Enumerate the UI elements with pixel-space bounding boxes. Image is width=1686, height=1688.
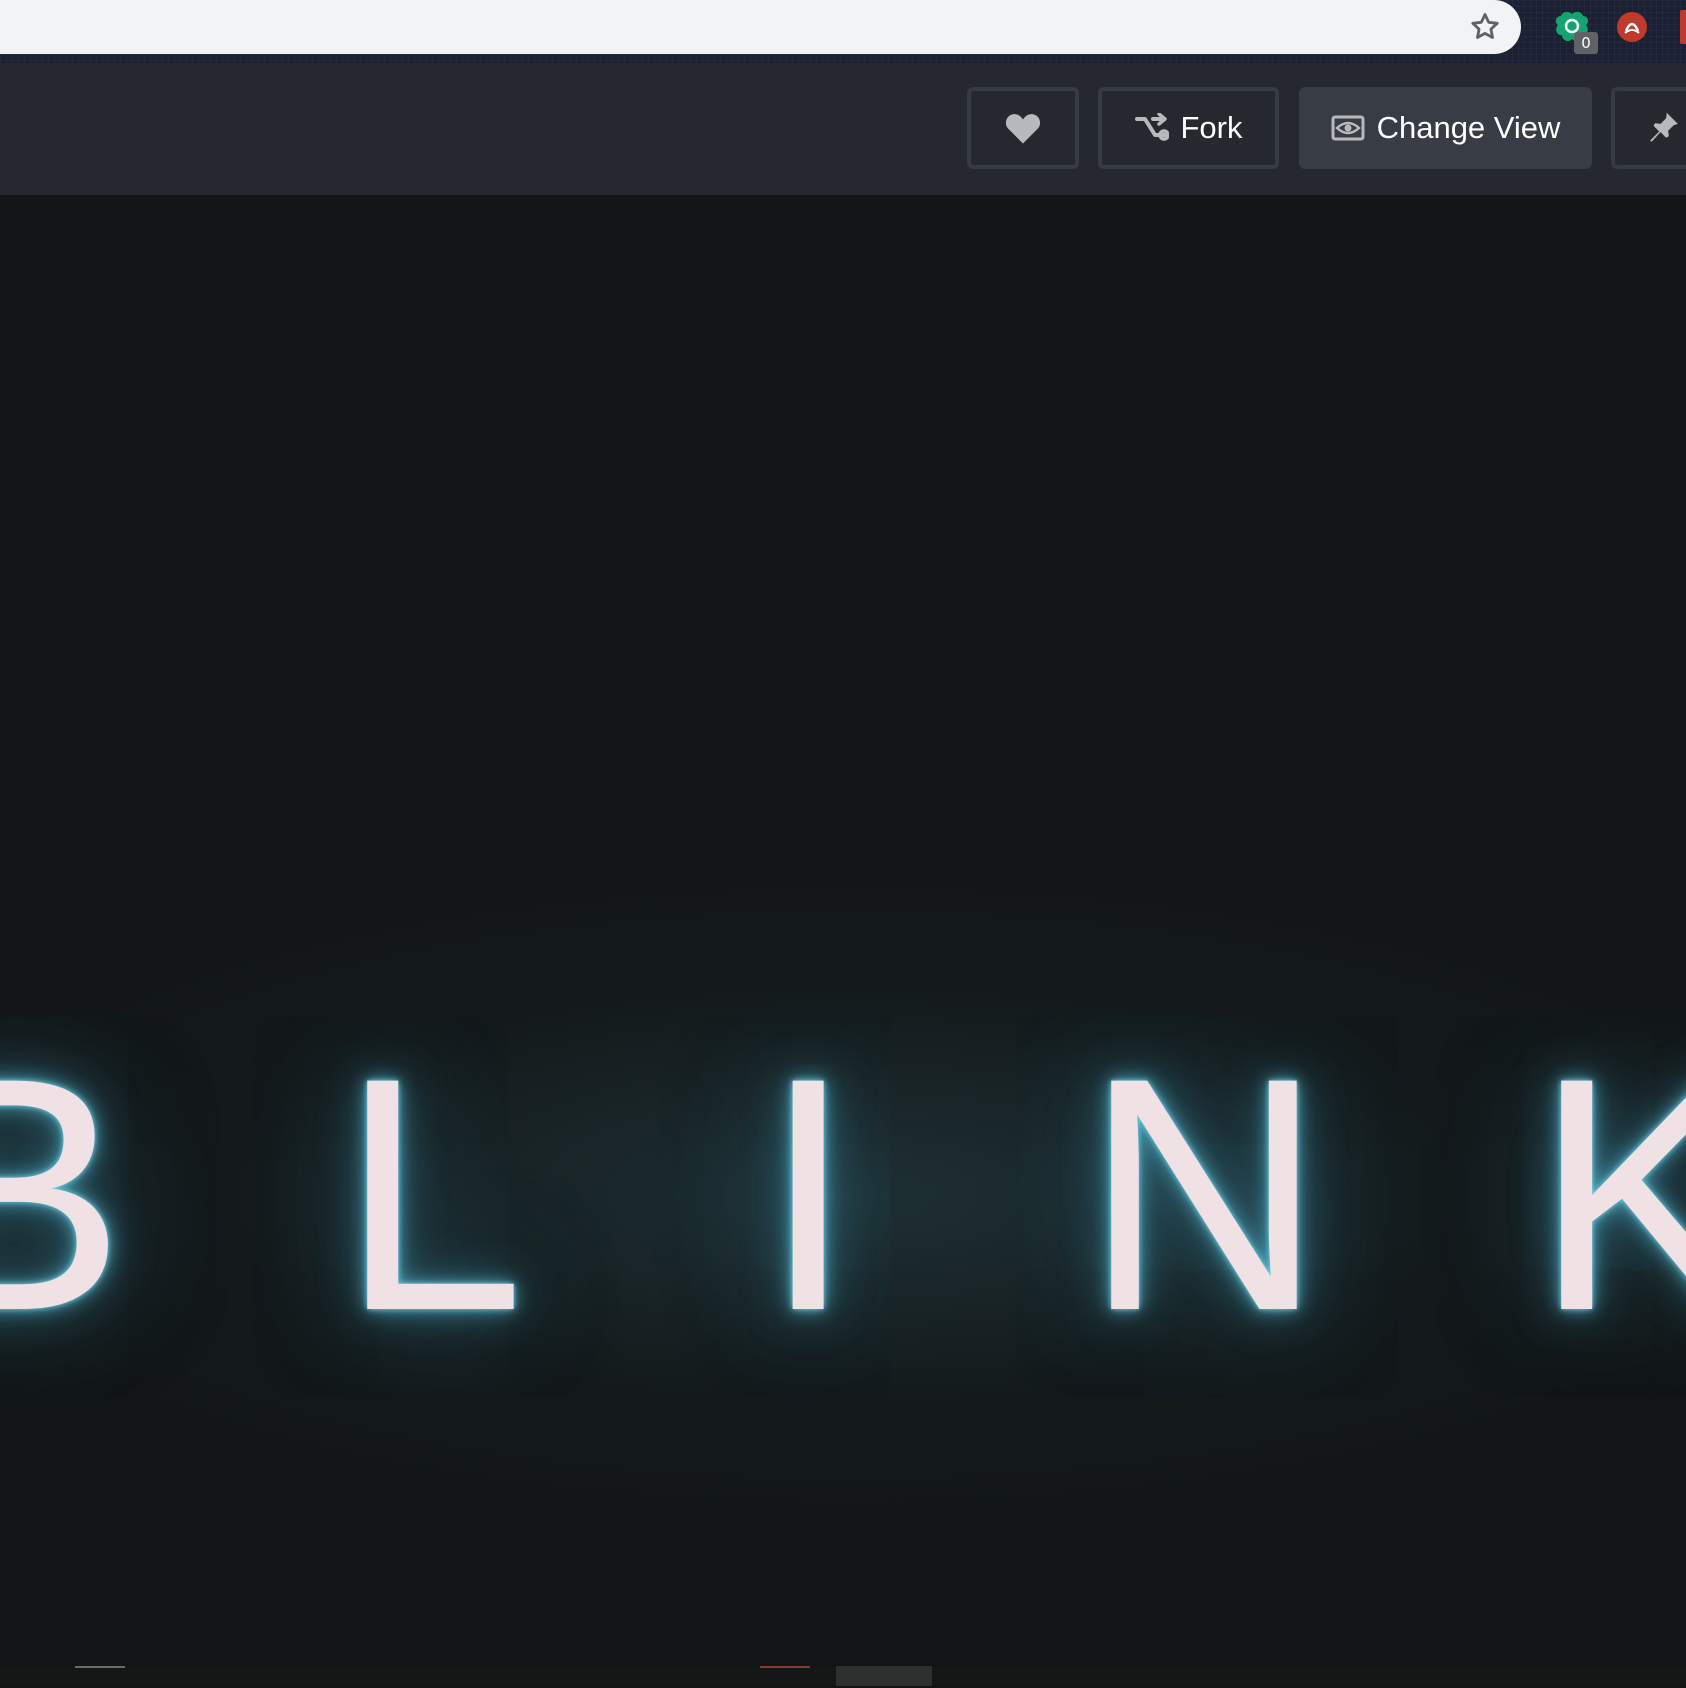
change-view-label: Change View bbox=[1376, 110, 1561, 145]
pen-toolbar: Fork Change View bbox=[0, 63, 1686, 195]
taskbar-app-icon[interactable] bbox=[75, 1666, 125, 1688]
neon-letter-b: B bbox=[0, 1009, 126, 1380]
taskbar-active-app[interactable] bbox=[836, 1666, 932, 1686]
pin-icon bbox=[1650, 112, 1678, 142]
neon-letter-l: L bbox=[340, 1009, 525, 1380]
extension-icon-partial[interactable] bbox=[1680, 10, 1686, 44]
heart-icon bbox=[1005, 114, 1041, 144]
neon-letter-n: N bbox=[1084, 1009, 1324, 1380]
pen-preview: B L I N K bbox=[0, 195, 1686, 1666]
fork-icon bbox=[1134, 113, 1169, 143]
lastpass-extension-icon[interactable] bbox=[1616, 11, 1648, 43]
bookmark-star-icon[interactable] bbox=[1468, 10, 1502, 44]
pin-button[interactable] bbox=[1611, 87, 1686, 169]
os-taskbar bbox=[0, 1666, 1686, 1686]
neon-letter-i: I bbox=[762, 1009, 855, 1380]
browser-chrome: 0 bbox=[0, 0, 1686, 63]
neon-blink-text: B L I N K bbox=[0, 1009, 1686, 1380]
extension-badge-count: 0 bbox=[1574, 32, 1598, 54]
fork-label: Fork bbox=[1180, 110, 1243, 145]
fork-button[interactable]: Fork bbox=[1098, 87, 1279, 169]
eye-icon bbox=[1331, 114, 1365, 142]
address-bar[interactable] bbox=[0, 0, 1521, 54]
neon-letter-k: K bbox=[1534, 1009, 1686, 1380]
change-view-button[interactable]: Change View bbox=[1299, 87, 1592, 169]
taskbar-app-icon[interactable] bbox=[760, 1666, 810, 1688]
like-button[interactable] bbox=[967, 87, 1079, 169]
